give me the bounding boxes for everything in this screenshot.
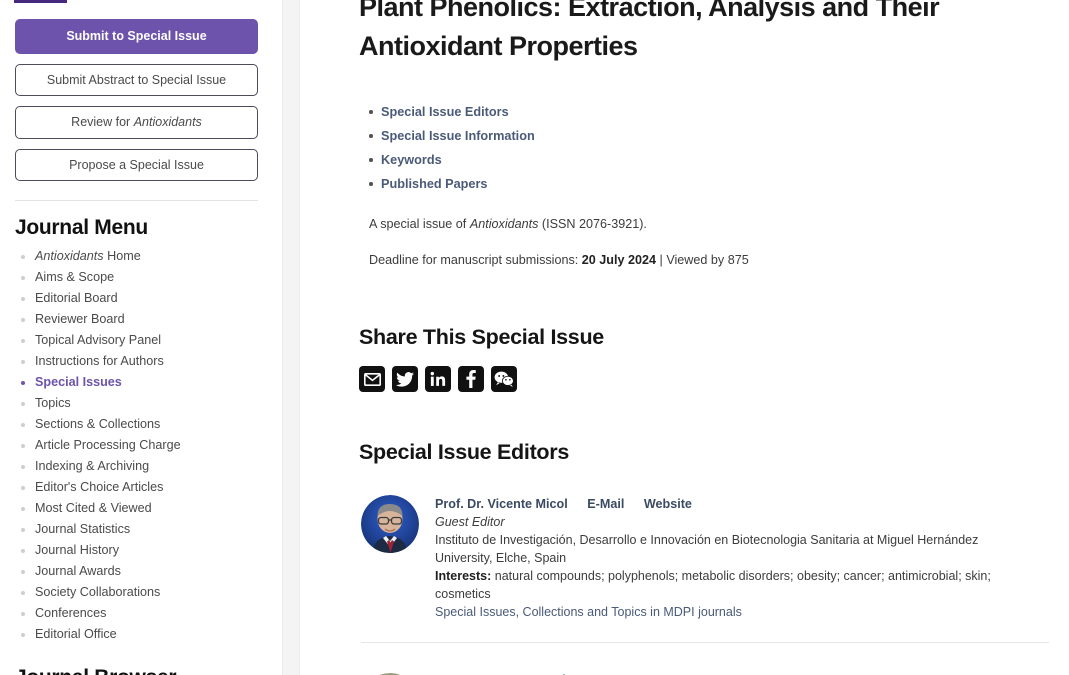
anchor-label: Special Issue Editors bbox=[381, 105, 509, 119]
editor-email-link[interactable]: E-Mail bbox=[587, 497, 624, 511]
review-for-journal-button[interactable]: Review for Antioxidants bbox=[15, 106, 258, 139]
sidebar-item-society-collaborations[interactable]: Society Collaborations bbox=[15, 582, 268, 603]
anchor-label: Keywords bbox=[381, 153, 442, 167]
sidebar-item-instructions-for-authors[interactable]: Instructions for Authors bbox=[15, 351, 268, 372]
editor-role: Guest Editor bbox=[435, 515, 505, 529]
facebook-icon[interactable] bbox=[458, 366, 484, 392]
journal-browser-heading: Journal Browser bbox=[15, 666, 268, 675]
deadline-date: 20 July 2024 bbox=[581, 253, 657, 267]
issue-of-prefix: A special issue of bbox=[369, 217, 470, 231]
sidebar-item-label: Society Collaborations bbox=[35, 585, 161, 599]
sidebar-item-label: Home bbox=[103, 249, 141, 263]
editor-name-line: Prof. Dr. Vicente Micol E-Mail Website bbox=[435, 496, 1049, 513]
sidebar-item-editors-choice-articles[interactable]: Editor's Choice Articles bbox=[15, 477, 268, 498]
sidebar-item-most-cited-viewed[interactable]: Most Cited & Viewed bbox=[15, 498, 268, 519]
issue-issn: (ISSN 2076-3921). bbox=[538, 217, 647, 231]
share-heading: Share This Special Issue bbox=[359, 325, 604, 349]
review-label-plain: Review for bbox=[71, 115, 134, 129]
sidebar-item-editorial-office[interactable]: Editorial Office bbox=[15, 624, 268, 645]
sidebar-item-label: Aims & Scope bbox=[35, 270, 115, 284]
propose-special-issue-button[interactable]: Propose a Special Issue bbox=[15, 148, 258, 181]
sidebar-item-journal-history[interactable]: Journal History bbox=[15, 540, 268, 561]
sidebar-item-sections-collections[interactable]: Sections & Collections bbox=[15, 414, 268, 435]
page-title: Plant Phenolics: Extraction, Analysis an… bbox=[359, 0, 940, 61]
anchor-special-issue-editors[interactable]: Special Issue Editors bbox=[369, 100, 1049, 124]
editor-row: Prof. Dr. Vicente Micol E-Mail Website G… bbox=[361, 495, 1049, 621]
sidebar-item-aims-scope[interactable]: Aims & Scope bbox=[15, 267, 268, 288]
linkedin-icon[interactable] bbox=[425, 366, 451, 392]
sidebar-item-label: Special Issues bbox=[35, 375, 122, 389]
sidebar-item-label: Topics bbox=[35, 396, 71, 410]
viewed-count: Viewed by 875 bbox=[666, 253, 749, 267]
review-label-journal: Antioxidants bbox=[133, 115, 202, 129]
deadline-separator: | bbox=[656, 253, 667, 267]
sidebar-item-indexing-archiving[interactable]: Indexing & Archiving bbox=[15, 456, 268, 477]
page-root: Submit to Special Issue Submit Abstract … bbox=[0, 0, 1069, 675]
twitter-icon[interactable] bbox=[392, 366, 418, 392]
sidebar-item-label: Indexing & Archiving bbox=[35, 459, 150, 473]
special-issue-of-line: A special issue of Antioxidants (ISSN 20… bbox=[369, 215, 1049, 233]
avatar bbox=[361, 495, 419, 553]
anchor-nav-list: Special Issue Editors Special Issue Info… bbox=[359, 100, 1049, 196]
anchor-keywords[interactable]: Keywords bbox=[369, 148, 1049, 172]
submit-abstract-button[interactable]: Submit Abstract to Special Issue bbox=[15, 63, 258, 96]
sidebar-item-label: Editor's Choice Articles bbox=[35, 480, 164, 494]
editor-divider bbox=[361, 642, 1049, 643]
sidebar-item-label: Journal Statistics bbox=[35, 522, 131, 536]
sidebar: Submit to Special Issue Submit Abstract … bbox=[0, 0, 282, 675]
sidebar-item-reviewer-board[interactable]: Reviewer Board bbox=[15, 309, 268, 330]
sidebar-item-antioxidants-home[interactable]: Antioxidants Home bbox=[15, 246, 268, 267]
editor-name: Prof. Dr. Vicente Micol bbox=[435, 497, 568, 511]
journal-menu-list: Antioxidants Home Aims & Scope Editorial… bbox=[15, 246, 268, 645]
sidebar-item-journal-statistics[interactable]: Journal Statistics bbox=[15, 519, 268, 540]
anchor-label: Published Papers bbox=[381, 177, 488, 191]
deadline-prefix: Deadline for manuscript submissions: bbox=[369, 253, 582, 267]
sidebar-item-label: Journal History bbox=[35, 543, 119, 557]
sidebar-item-label: Article Processing Charge bbox=[35, 438, 181, 452]
sidebar-item-label: Editorial Board bbox=[35, 291, 118, 305]
sidebar-divider bbox=[15, 200, 258, 201]
sidebar-item-label: Topical Advisory Panel bbox=[35, 333, 162, 347]
interests-value: natural compounds; polyphenols; metaboli… bbox=[435, 569, 991, 601]
submit-to-special-issue-button[interactable]: Submit to Special Issue bbox=[15, 19, 258, 54]
wechat-icon[interactable] bbox=[491, 366, 517, 392]
editor-website-link[interactable]: Website bbox=[644, 497, 692, 511]
sidebar-item-label: Reviewer Board bbox=[35, 312, 125, 326]
top-purple-accent-bar bbox=[14, 0, 67, 3]
email-icon[interactable] bbox=[359, 366, 385, 392]
sidebar-item-topics[interactable]: Topics bbox=[15, 393, 268, 414]
editor-mdpi-journals-link[interactable]: Special Issues, Collections and Topics i… bbox=[435, 603, 1049, 621]
issue-journal-name[interactable]: Antioxidants bbox=[470, 217, 539, 231]
sidebar-item-label: Sections & Collections bbox=[35, 417, 161, 431]
main-content: Plant Phenolics: Extraction, Analysis an… bbox=[300, 0, 1069, 675]
sidebar-item-conferences[interactable]: Conferences bbox=[15, 603, 268, 624]
sidebar-item-label: Instructions for Authors bbox=[35, 354, 164, 368]
sidebar-gutter bbox=[282, 0, 300, 675]
sidebar-item-article-processing-charge[interactable]: Article Processing Charge bbox=[15, 435, 268, 456]
share-icon-row bbox=[359, 366, 1049, 392]
editor-details: Prof. Dr. Vicente Micol E-Mail Website G… bbox=[435, 495, 1049, 621]
deadline-line: Deadline for manuscript submissions: 20 … bbox=[369, 251, 1049, 269]
special-issue-editors-heading: Special Issue Editors bbox=[359, 440, 569, 464]
anchor-label: Special Issue Information bbox=[381, 129, 535, 143]
anchor-special-issue-information[interactable]: Special Issue Information bbox=[369, 124, 1049, 148]
editor-interests: Interests: natural compounds; polyphenol… bbox=[435, 567, 1049, 603]
interests-label: Interests: bbox=[435, 569, 492, 583]
sidebar-item-journal-awards[interactable]: Journal Awards bbox=[15, 561, 268, 582]
sidebar-item-label: Journal Awards bbox=[35, 564, 121, 578]
sidebar-item-special-issues[interactable]: Special Issues bbox=[15, 372, 268, 393]
anchor-published-papers[interactable]: Published Papers bbox=[369, 172, 1049, 196]
sidebar-item-topical-advisory-panel[interactable]: Topical Advisory Panel bbox=[15, 330, 268, 351]
editor-affiliation: Instituto de Investigación, Desarrollo e… bbox=[435, 533, 979, 565]
sidebar-item-label: Most Cited & Viewed bbox=[35, 501, 152, 515]
journal-menu-heading: Journal Menu bbox=[15, 216, 148, 239]
sidebar-item-label: Editorial Office bbox=[35, 627, 117, 641]
sidebar-item-label: Conferences bbox=[35, 606, 107, 620]
sidebar-item-label-italic: Antioxidants bbox=[35, 249, 104, 263]
sidebar-item-editorial-board[interactable]: Editorial Board bbox=[15, 288, 268, 309]
